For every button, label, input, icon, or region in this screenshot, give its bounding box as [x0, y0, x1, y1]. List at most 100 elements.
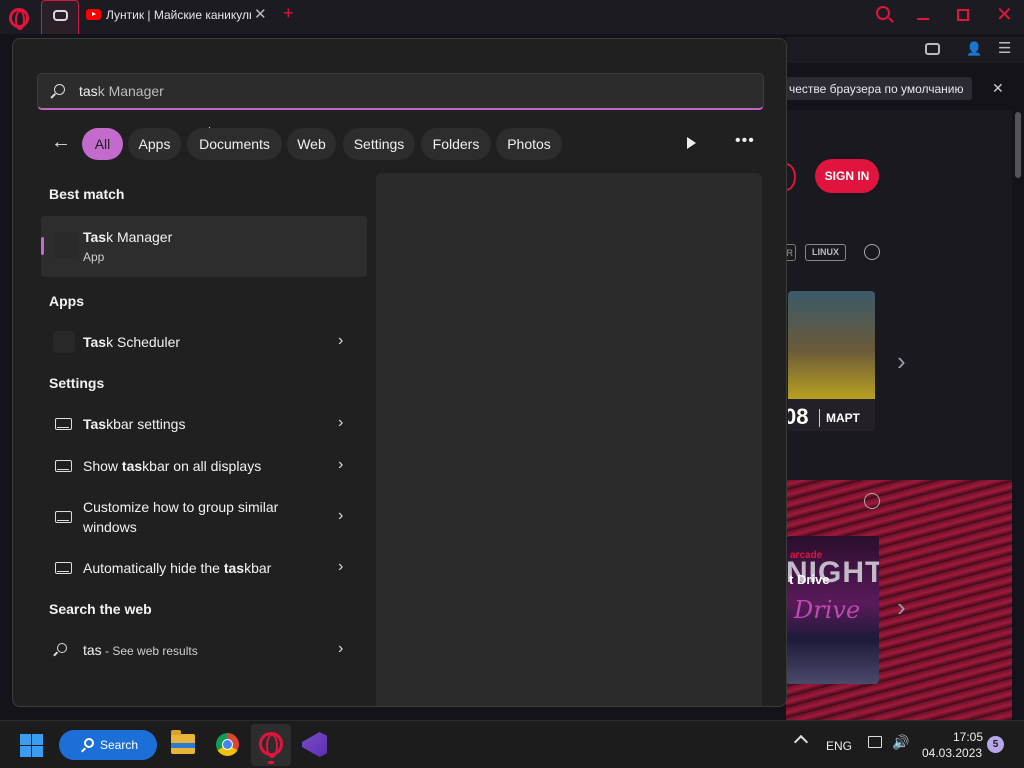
chevron-right-icon[interactable]: ›: [338, 456, 343, 474]
result-label: Automatically hide the taskbar: [83, 560, 272, 576]
result-label: Taskbar settings: [83, 416, 186, 432]
best-match-task-manager[interactable]: Task Manager App: [41, 216, 367, 277]
input-language[interactable]: ENG: [826, 739, 852, 753]
platform-tag-linux[interactable]: LINUX: [805, 244, 846, 261]
game-card-tag: arcade: [790, 550, 823, 561]
camera-icon[interactable]: [925, 43, 940, 55]
more-options-icon[interactable]: •••: [735, 132, 755, 150]
result-taskbar-settings[interactable]: Taskbar settings ›: [41, 411, 367, 437]
smiley-icon[interactable]: [864, 493, 880, 509]
browser-tab-bar: Лунтик | Майские каникулы ✕ + ✕: [0, 0, 1024, 34]
user-icon[interactable]: 👤: [966, 41, 982, 57]
search-icon: [57, 643, 67, 653]
clock-time[interactable]: 17:05: [953, 730, 983, 744]
game-card-month: МАРТ: [826, 411, 860, 425]
task-manager-icon: [53, 232, 79, 258]
game-card[interactable]: 08 МАРТ: [788, 291, 875, 431]
taskbar-settings-icon: [55, 460, 72, 472]
result-auto-hide-taskbar[interactable]: Automatically hide the taskbar ›: [41, 555, 367, 581]
filter-web[interactable]: Web: [287, 128, 336, 160]
game-card-day: 08: [788, 404, 809, 429]
youtube-icon: [86, 9, 101, 20]
taskbar-settings-icon: [55, 511, 72, 523]
opera-gx-taskbar-button[interactable]: [251, 724, 291, 766]
search-query[interactable]: task Manager: [79, 83, 164, 99]
selection-indicator: [41, 237, 44, 255]
result-label: Task Scheduler: [83, 334, 181, 350]
result-show-taskbar-all-displays[interactable]: Show taskbar on all displays ›: [41, 453, 367, 479]
section-search-web: Search the web: [49, 601, 152, 617]
chevron-right-icon[interactable]: ›: [338, 558, 343, 576]
carousel-next-icon[interactable]: ›: [897, 592, 906, 623]
search-typed: tas: [79, 83, 98, 99]
task-scheduler-icon: [53, 331, 75, 353]
carousel-next-icon[interactable]: ›: [897, 346, 906, 377]
maximize-button[interactable]: [957, 9, 969, 21]
network-icon[interactable]: [868, 736, 882, 748]
chevron-right-icon[interactable]: ›: [338, 414, 343, 432]
visual-studio-icon[interactable]: [302, 732, 327, 757]
chrome-icon[interactable]: [216, 733, 239, 756]
gamepad-icon: [53, 10, 68, 21]
close-window-button[interactable]: ✕: [996, 2, 1013, 27]
new-tab-button[interactable]: +: [283, 3, 294, 24]
web-page: SIGN IN R LINUX 08 МАРТ › NIGHT Drive ar…: [786, 110, 1012, 720]
tab-title: Лунтик | Майские каникулы: [106, 8, 251, 22]
start-search-panel: task Manager ← All Apps Documents Web Se…: [12, 38, 787, 707]
game-card-image: [788, 291, 875, 399]
back-arrow-icon[interactable]: ←: [51, 131, 71, 154]
search-input[interactable]: task Manager: [37, 73, 764, 110]
taskbar-settings-icon: [55, 562, 72, 574]
running-indicator: [268, 761, 274, 764]
chevron-right-icon[interactable]: ›: [338, 332, 343, 350]
section-best-match: Best match: [49, 186, 125, 202]
filter-apps[interactable]: Apps: [128, 128, 181, 160]
section-settings: Settings: [49, 375, 105, 391]
show-hidden-icons-icon[interactable]: [793, 734, 809, 750]
result-label: tas - See web results: [83, 642, 198, 658]
notification-badge[interactable]: 5: [987, 736, 1004, 753]
filter-settings[interactable]: Settings: [343, 128, 415, 160]
chevron-right-icon[interactable]: ›: [338, 507, 343, 525]
play-icon[interactable]: [687, 137, 696, 149]
volume-icon[interactable]: 🔊: [892, 734, 909, 751]
easy-setup-icon[interactable]: ☰: [998, 39, 1011, 57]
page-scrollbar[interactable]: [1015, 112, 1021, 178]
badge-icon: [786, 163, 796, 191]
clock-date[interactable]: 04.03.2023: [922, 746, 982, 760]
game-card[interactable]: NIGHT Drive arcade t Drive: [786, 536, 879, 684]
sign-in-button[interactable]: SIGN IN: [815, 159, 879, 193]
filter-folders[interactable]: Folders: [421, 128, 491, 160]
opera-logo-icon[interactable]: [9, 8, 29, 30]
filter-all[interactable]: All: [82, 128, 123, 160]
preview-pane: [376, 173, 762, 706]
search-autocomplete: k Manager: [97, 83, 164, 99]
search-tabs-icon[interactable]: [876, 6, 890, 20]
filter-photos[interactable]: Photos: [496, 128, 562, 160]
chevron-right-icon[interactable]: ›: [338, 640, 343, 658]
result-web-search[interactable]: tas - See web results ›: [41, 637, 367, 663]
search-icon: [54, 84, 65, 95]
result-label: Customize how to group similar windows: [83, 499, 279, 535]
section-apps: Apps: [49, 293, 84, 309]
windows-start-icon[interactable]: [20, 734, 43, 757]
default-browser-banner[interactable]: честве браузера по умолчанию: [786, 77, 972, 100]
tab-close-icon[interactable]: ✕: [254, 5, 267, 23]
result-task-scheduler[interactable]: Task Scheduler ›: [41, 329, 367, 355]
file-explorer-icon[interactable]: [171, 730, 195, 754]
result-customize-group-windows[interactable]: Customize how to group similar windows ›: [41, 495, 367, 539]
filter-documents[interactable]: Documents: [187, 128, 282, 160]
taskbar-search-label: Search: [100, 738, 139, 752]
taskbar-search-button[interactable]: Search: [59, 730, 157, 760]
taskbar: Search ENG 🔊 17:05 04.03.2023 5: [0, 720, 1024, 768]
taskbar-settings-icon: [55, 418, 72, 430]
best-match-type: App: [83, 250, 105, 264]
banner-close-icon[interactable]: ✕: [992, 80, 1004, 97]
minimize-button[interactable]: [917, 18, 929, 20]
smiley-icon[interactable]: [864, 244, 880, 260]
divider: [819, 409, 820, 427]
tab-youtube[interactable]: Лунтик | Майские каникулы ✕: [84, 0, 274, 34]
opera-icon: [259, 732, 283, 758]
tab-gx[interactable]: [41, 0, 79, 34]
platform-tag[interactable]: R: [786, 244, 796, 261]
